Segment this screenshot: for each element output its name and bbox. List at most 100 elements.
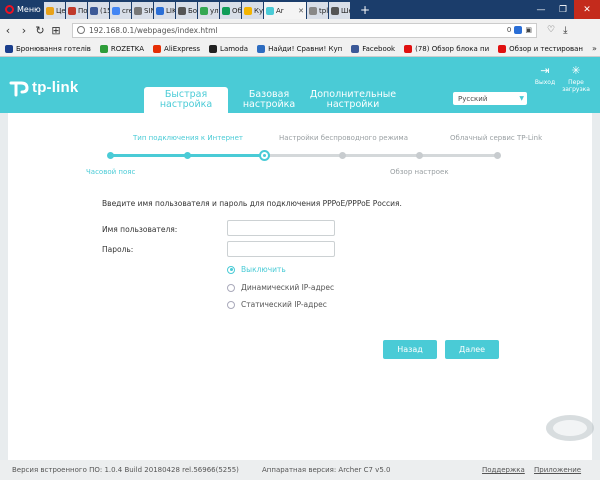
username-label: Имя пользователя: <box>102 225 178 234</box>
username-input[interactable] <box>227 220 335 236</box>
tab-basic-settings[interactable]: Базовая настройка <box>238 87 300 113</box>
option-static-ip[interactable]: Статический IP-адрес <box>227 300 327 309</box>
browser-tab[interactable]: Ше <box>329 2 350 19</box>
option-disable[interactable]: Выключить <box>227 265 286 274</box>
address-bar: ‹ › ↻ ⊞ 192.168.0.1/webpages/index.html … <box>0 19 600 41</box>
browser-tab[interactable]: Ar ✕ <box>264 2 306 19</box>
radio-disable[interactable] <box>227 265 235 274</box>
bookmark-favicon-icon <box>153 44 162 53</box>
bookmark-item[interactable]: AliExpress <box>153 44 201 53</box>
step-dot-cloud <box>494 152 501 159</box>
tab-favicon-icon <box>309 6 317 15</box>
back-button[interactable]: Назад <box>383 340 437 359</box>
close-window-icon[interactable]: ✕ <box>574 0 600 19</box>
tab-favicon-icon <box>156 6 164 15</box>
watermark-logo-icon <box>546 415 594 441</box>
globe-icon <box>77 26 85 34</box>
step-label-cloud: Облачный сервис TP-Link <box>450 134 543 142</box>
bookmark-item[interactable]: Найди! Сравни! Куп <box>257 44 343 53</box>
option-dynamic-ip[interactable]: Динамический IP-адрес <box>227 283 334 292</box>
step-dot-current <box>259 150 270 161</box>
browser-tab[interactable]: LIK <box>154 2 175 19</box>
bookmarks-more-icon[interactable]: » <box>592 44 597 53</box>
browser-tab[interactable]: (15 <box>88 2 109 19</box>
chevron-down-icon: ▼ <box>519 95 524 102</box>
back-icon[interactable]: ‹ <box>0 24 16 37</box>
browser-tab[interactable]: Цен <box>44 2 65 19</box>
bookmark-item[interactable]: Обзор и тестирован <box>498 44 583 53</box>
radio-static-ip[interactable] <box>227 300 235 309</box>
step-label-wireless: Настройки беспроводного режима <box>279 134 409 142</box>
browser-tab-label: Цен <box>56 6 65 15</box>
radio-dynamic-ip[interactable] <box>227 283 235 292</box>
bookmark-item[interactable]: (78) Обзор блока пи <box>404 44 490 53</box>
step-label-connection-type: Тип подключения к Интернет <box>133 134 243 142</box>
bookmark-favicon-icon <box>351 44 360 53</box>
bookmarks-list: Бронювання готелів ROZETKA AliExpress Lamod… <box>5 44 592 53</box>
step-dot-summary <box>416 152 423 159</box>
browser-tab[interactable]: SIN <box>132 2 153 19</box>
browser-tab[interactable]: Обз <box>220 2 241 19</box>
step-label-summary: Обзор настроек <box>390 168 449 176</box>
url-field[interactable]: 192.168.0.1/webpages/index.html 0 ▣ <box>72 22 537 38</box>
progress-todo-line <box>265 154 498 157</box>
tab-favicon-icon <box>46 6 54 15</box>
bookmark-label: Бронювання готелів <box>16 44 91 53</box>
browser-tab-label: Кур <box>254 6 263 15</box>
tab-favicon-icon <box>134 6 142 15</box>
camera-icon: ▣ <box>525 26 532 34</box>
bookmark-item[interactable]: ROZETKA <box>99 44 145 53</box>
browser-tab[interactable]: Бое <box>176 2 197 19</box>
new-tab-button[interactable]: + <box>357 0 373 19</box>
bookmark-label: (78) Обзор блока пи <box>415 44 490 53</box>
support-link[interactable]: Поддержка <box>482 466 525 474</box>
browser-tab[interactable]: Пос <box>66 2 87 19</box>
browser-tab-label: Бое <box>188 6 197 15</box>
tab-favicon-icon <box>200 6 208 15</box>
app-link[interactable]: Приложение <box>534 466 581 474</box>
tab-advanced-settings[interactable]: Дополнительные настройки <box>304 87 402 113</box>
router-header: tp-link Быстрая настройка Базовая настройк… <box>0 57 600 113</box>
heart-icon[interactable]: ♡ <box>547 25 555 35</box>
close-tab-icon[interactable]: ✕ <box>298 7 304 15</box>
bookmark-label: ROZETKA <box>110 44 145 53</box>
browser-tab[interactable]: tpl <box>307 2 328 19</box>
browser-tab-label: Ar <box>276 6 284 15</box>
minimize-icon[interactable]: — <box>530 0 552 19</box>
forward-icon[interactable]: › <box>16 24 32 37</box>
browser-tab[interactable]: ул. <box>198 2 219 19</box>
tab-quick-setup[interactable]: Быстрая настройка <box>144 87 228 113</box>
bookmark-label: AliExpress <box>164 44 201 53</box>
tab-favicon-icon <box>178 6 186 15</box>
step-dot-connection-type <box>184 152 191 159</box>
maximize-icon[interactable]: ❐ <box>552 0 574 19</box>
bookmark-item[interactable]: Бронювання готелів <box>5 44 91 53</box>
browser-tab[interactable]: Кур <box>242 2 263 19</box>
tab-favicon-icon <box>68 6 76 15</box>
reboot-button[interactable]: ✳ Пере загрузка <box>562 65 590 94</box>
shield-icon <box>514 26 523 34</box>
bookmark-item[interactable]: Lamoda <box>209 44 248 53</box>
language-select[interactable]: Русский ▼ <box>453 92 527 105</box>
speed-dial-icon[interactable]: ⊞ <box>48 24 64 37</box>
password-input[interactable] <box>227 241 335 257</box>
bookmark-label: Найди! Сравни! Куп <box>268 44 343 53</box>
browser-tab-label: Обз <box>232 6 241 15</box>
firmware-version: Версия встроенного ПО: 1.0.4 Build 20180… <box>12 466 239 474</box>
reload-icon[interactable]: ↻ <box>32 24 48 37</box>
next-button[interactable]: Далее <box>445 340 499 359</box>
tp-link-logo: tp-link <box>9 77 78 97</box>
browser-tab[interactable]: cre <box>110 2 131 19</box>
tab-favicon-icon <box>244 6 252 15</box>
bookmark-item[interactable]: Facebook <box>351 44 396 53</box>
vpn-badge[interactable]: 0 ▣ <box>507 26 532 34</box>
browser-menu-button[interactable]: Меню <box>0 0 44 19</box>
browser-tab-label: cre <box>122 6 131 15</box>
bookmark-label: Facebook <box>362 44 396 53</box>
password-label: Пароль: <box>102 245 134 254</box>
browser-tab-label: LIK <box>166 6 175 15</box>
download-icon[interactable]: ⤓ <box>563 25 567 36</box>
router-footer: Версия встроенного ПО: 1.0.4 Build 20180… <box>0 460 600 480</box>
logout-button[interactable]: ⇥ Выход <box>531 65 559 87</box>
browser-tab-label: (15 <box>100 6 109 15</box>
